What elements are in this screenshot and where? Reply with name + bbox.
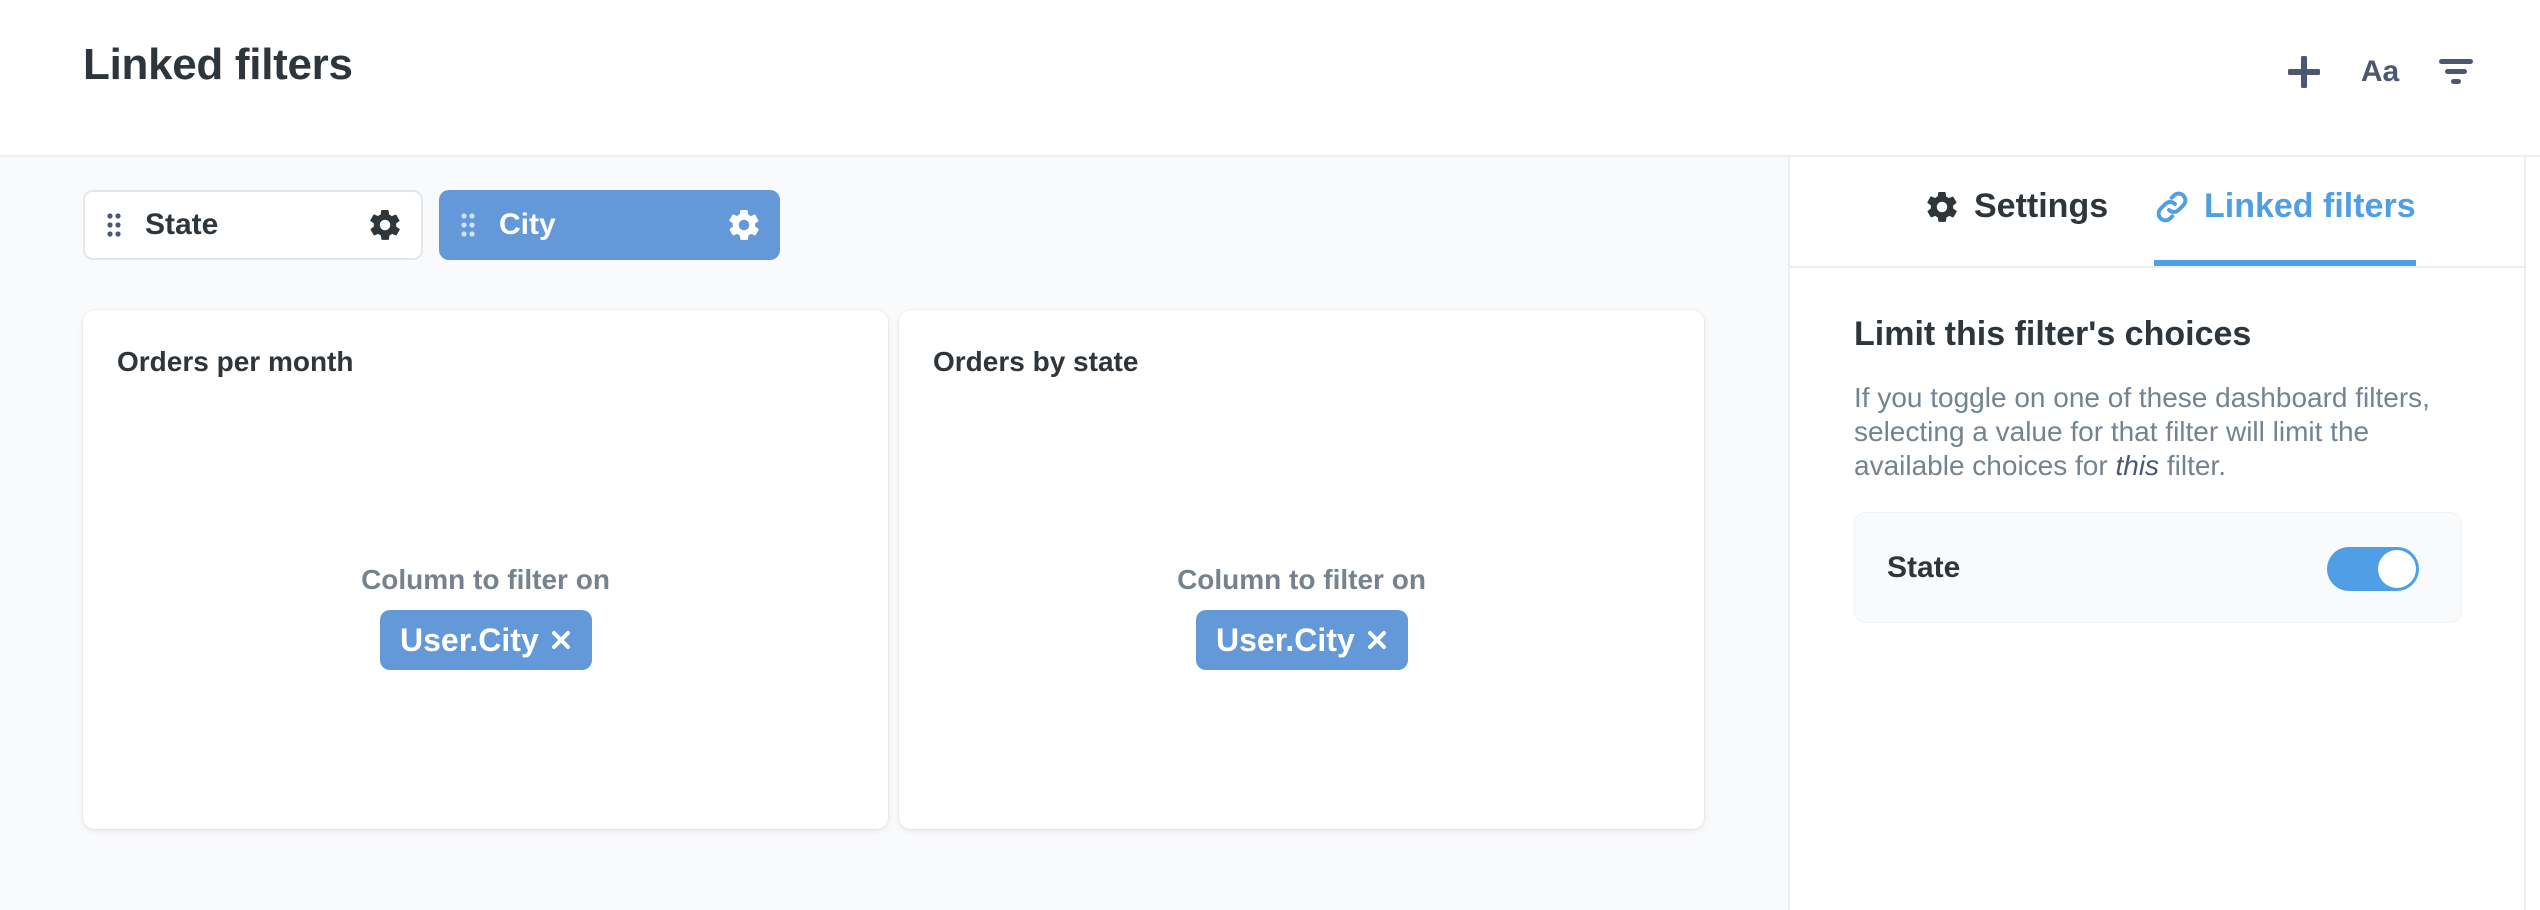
linked-filter-row-state: State	[1854, 512, 2462, 623]
page-title: Linked filters	[83, 40, 353, 89]
column-mapping-label: User.City	[1216, 621, 1355, 658]
linked-filter-toggle[interactable]	[2327, 547, 2419, 591]
tab-linked-filters-label: Linked filters	[2204, 187, 2416, 225]
gear-icon[interactable]	[726, 207, 762, 243]
gear-icon	[1927, 191, 1957, 222]
close-icon[interactable]	[1366, 629, 1388, 651]
tab-settings-label: Settings	[1974, 187, 2109, 225]
column-mapping-caption: Column to filter on	[1177, 564, 1426, 595]
column-mapping-pill[interactable]: User.City	[380, 610, 592, 670]
add-question-button[interactable]	[2282, 50, 2326, 94]
filter-chip-city[interactable]: City	[439, 190, 780, 260]
filter-chip-state[interactable]: State	[83, 190, 423, 260]
column-mapping-label: User.City	[400, 621, 539, 658]
plus-icon	[2288, 56, 2320, 88]
drag-handle-icon[interactable]	[461, 213, 475, 237]
column-mapping-caption: Column to filter on	[361, 564, 610, 595]
filter-chip-label: State	[145, 208, 219, 241]
filter-sidebar: Settings Linked filters Limit this filte…	[1788, 157, 2526, 910]
dashboard-canvas: State City Orders per month Column to fi…	[0, 157, 1788, 910]
drag-handle-icon[interactable]	[107, 213, 121, 237]
section-heading: Limit this filter's choices	[1854, 315, 2252, 353]
dashboard-card: Orders per month Column to filter on Use…	[83, 310, 888, 829]
sidebar-tabs: Settings Linked filters	[1790, 157, 2524, 268]
tab-settings[interactable]: Settings	[1924, 187, 2108, 266]
description-emphasis: this	[2115, 450, 2160, 481]
add-filter-button[interactable]	[2434, 50, 2478, 94]
description-text-after: filter.	[2159, 450, 2226, 481]
filter-icon	[2439, 59, 2473, 84]
card-title: Orders by state	[933, 346, 1139, 377]
link-icon	[2156, 191, 2188, 223]
toggle-knob	[2378, 550, 2416, 588]
gear-icon[interactable]	[367, 207, 403, 243]
card-title: Orders per month	[117, 346, 354, 377]
column-mapping-pill[interactable]: User.City	[1196, 610, 1408, 670]
dashboard-card: Orders by state Column to filter on User…	[899, 310, 1704, 829]
add-text-button[interactable]: Aa	[2358, 50, 2402, 94]
close-icon[interactable]	[550, 629, 572, 651]
filter-chip-label: City	[499, 208, 556, 241]
dashboard-header: Linked filters Aa	[0, 0, 2540, 157]
linked-filter-label: State	[1887, 551, 1961, 584]
section-description: If you toggle on one of these dashboard …	[1854, 381, 2454, 483]
tab-linked-filters[interactable]: Linked filters	[2154, 187, 2416, 266]
